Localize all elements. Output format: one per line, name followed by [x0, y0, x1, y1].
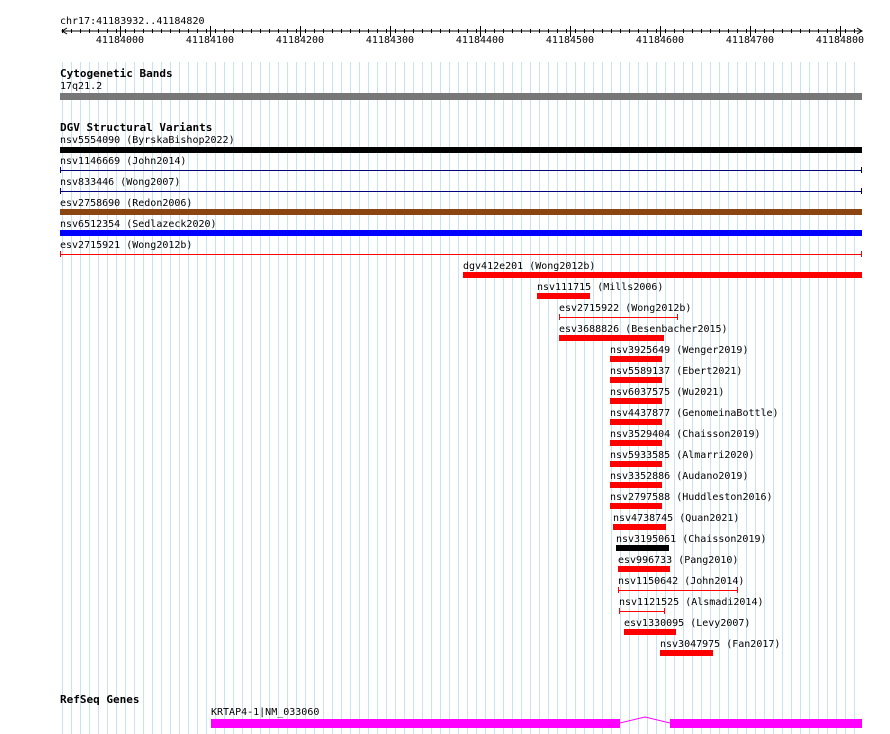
dgv-feature-bar[interactable]	[610, 482, 662, 488]
dgv-feature-bar[interactable]	[610, 398, 662, 404]
cytoband-label[interactable]: 17q21.2	[60, 81, 102, 92]
ruler-tick-label: 41184600	[635, 35, 685, 46]
dgv-feature-endcap	[861, 188, 862, 194]
dgv-feature-endcap	[737, 587, 738, 593]
dgv-feature-bar[interactable]	[463, 272, 862, 278]
refseq-track-title: RefSeq Genes	[60, 693, 140, 706]
dgv-feature-endcap	[861, 251, 862, 257]
dgv-feature-endcap	[619, 608, 620, 614]
dgv-feature-bar[interactable]	[559, 335, 664, 341]
refseq-exon-1[interactable]	[211, 719, 620, 728]
dgv-feature-label[interactable]: nsv6037575 (Wu2021)	[610, 387, 724, 398]
dgv-feature-label[interactable]: nsv2797588 (Huddleston2016)	[610, 492, 773, 503]
dgv-feature-label[interactable]: nsv833446 (Wong2007)	[60, 177, 180, 188]
dgv-feature-label[interactable]: esv2758690 (Redon2006)	[60, 198, 192, 209]
dgv-feature-bar[interactable]	[618, 566, 670, 572]
dgv-feature-line[interactable]	[60, 191, 862, 192]
dgv-feature-label[interactable]: nsv4738745 (Quan2021)	[613, 513, 739, 524]
genome-browser-view: chr17:41183932..41184820 41184000 4118410…	[0, 0, 890, 734]
dgv-feature-label[interactable]: esv1330095 (Levy2007)	[624, 618, 750, 629]
dgv-feature-line[interactable]	[619, 611, 665, 612]
dgv-feature-bar[interactable]	[616, 545, 669, 551]
dgv-feature-bar[interactable]	[610, 356, 662, 362]
cytoband-track-title: Cytogenetic Bands	[60, 67, 173, 80]
dgv-feature-bar[interactable]	[610, 461, 662, 467]
dgv-feature-label[interactable]: esv2715922 (Wong2012b)	[559, 303, 691, 314]
dgv-feature-endcap	[618, 587, 619, 593]
ruler-tick-label: 41184700	[725, 35, 775, 46]
dgv-feature-bar[interactable]	[660, 650, 713, 656]
ruler-tick-label: 41184200	[275, 35, 325, 46]
dgv-feature-bar[interactable]	[60, 230, 862, 236]
dgv-feature-label[interactable]: esv3688826 (Besenbacher2015)	[559, 324, 728, 335]
dgv-feature-label[interactable]: nsv3925649 (Wenger2019)	[610, 345, 748, 356]
dgv-feature-label[interactable]: nsv3195061 (Chaisson2019)	[616, 534, 767, 545]
dgv-feature-label[interactable]: nsv3529404 (Chaisson2019)	[610, 429, 761, 440]
dgv-feature-bar[interactable]	[60, 147, 862, 153]
dgv-feature-bar[interactable]	[613, 524, 666, 530]
ruler-tick-label: 41184500	[545, 35, 595, 46]
dgv-feature-bar[interactable]	[537, 293, 590, 299]
ruler-tick-label: 41184000	[95, 35, 145, 46]
dgv-feature-label[interactable]: esv2715921 (Wong2012b)	[60, 240, 192, 251]
dgv-feature-bar[interactable]	[610, 440, 662, 446]
dgv-feature-line[interactable]	[60, 170, 862, 171]
refseq-intron[interactable]	[620, 713, 670, 729]
track-gridlines	[62, 62, 855, 734]
refseq-gene-label[interactable]: KRTAP4-1|NM_033060	[211, 707, 319, 718]
dgv-feature-endcap	[60, 188, 61, 194]
dgv-feature-label[interactable]: nsv6512354 (Sedlazeck2020)	[60, 219, 217, 230]
dgv-feature-label[interactable]: dgv412e201 (Wong2012b)	[463, 261, 595, 272]
dgv-feature-label[interactable]: nsv3047975 (Fan2017)	[660, 639, 780, 650]
dgv-feature-bar[interactable]	[610, 377, 662, 383]
dgv-feature-bar[interactable]	[610, 503, 662, 509]
dgv-feature-endcap	[861, 167, 862, 173]
dgv-feature-endcap	[664, 608, 665, 614]
dgv-feature-bar[interactable]	[60, 209, 862, 215]
ruler-tick-label: 41184400	[455, 35, 505, 46]
dgv-feature-label[interactable]: nsv1150642 (John2014)	[618, 576, 744, 587]
dgv-feature-endcap	[677, 314, 678, 320]
dgv-feature-label[interactable]: nsv5933585 (Almarri2020)	[610, 450, 755, 461]
dgv-feature-label[interactable]: esv996733 (Pang2010)	[618, 555, 738, 566]
dgv-feature-endcap	[60, 251, 61, 257]
ruler-tick-label: 41184800	[815, 35, 865, 46]
dgv-feature-bar[interactable]	[624, 629, 676, 635]
dgv-feature-endcap	[60, 167, 61, 173]
ruler-tick-label: 41184100	[185, 35, 235, 46]
dgv-feature-endcap	[559, 314, 560, 320]
refseq-exon-2[interactable]	[670, 719, 862, 728]
dgv-feature-label[interactable]: nsv1121525 (Alsmadi2014)	[619, 597, 764, 608]
dgv-feature-label[interactable]: nsv3352886 (Audano2019)	[610, 471, 748, 482]
dgv-feature-label[interactable]: nsv4437877 (GenomeinaBottle)	[610, 408, 779, 419]
dgv-feature-label[interactable]: nsv111715 (Mills2006)	[537, 282, 663, 293]
dgv-feature-line[interactable]	[60, 254, 862, 255]
dgv-feature-line[interactable]	[559, 317, 678, 318]
dgv-feature-label[interactable]: nsv5589137 (Ebert2021)	[610, 366, 742, 377]
ruler-tick-label: 41184300	[365, 35, 415, 46]
dgv-track-title: DGV Structural Variants	[60, 121, 213, 134]
cytoband-bar[interactable]	[60, 93, 862, 100]
dgv-feature-bar[interactable]	[610, 419, 662, 425]
dgv-feature-label[interactable]: nsv5554090 (ByrskaBishop2022)	[60, 135, 235, 146]
dgv-feature-label[interactable]: nsv1146669 (John2014)	[60, 156, 186, 167]
dgv-feature-line[interactable]	[618, 590, 738, 591]
